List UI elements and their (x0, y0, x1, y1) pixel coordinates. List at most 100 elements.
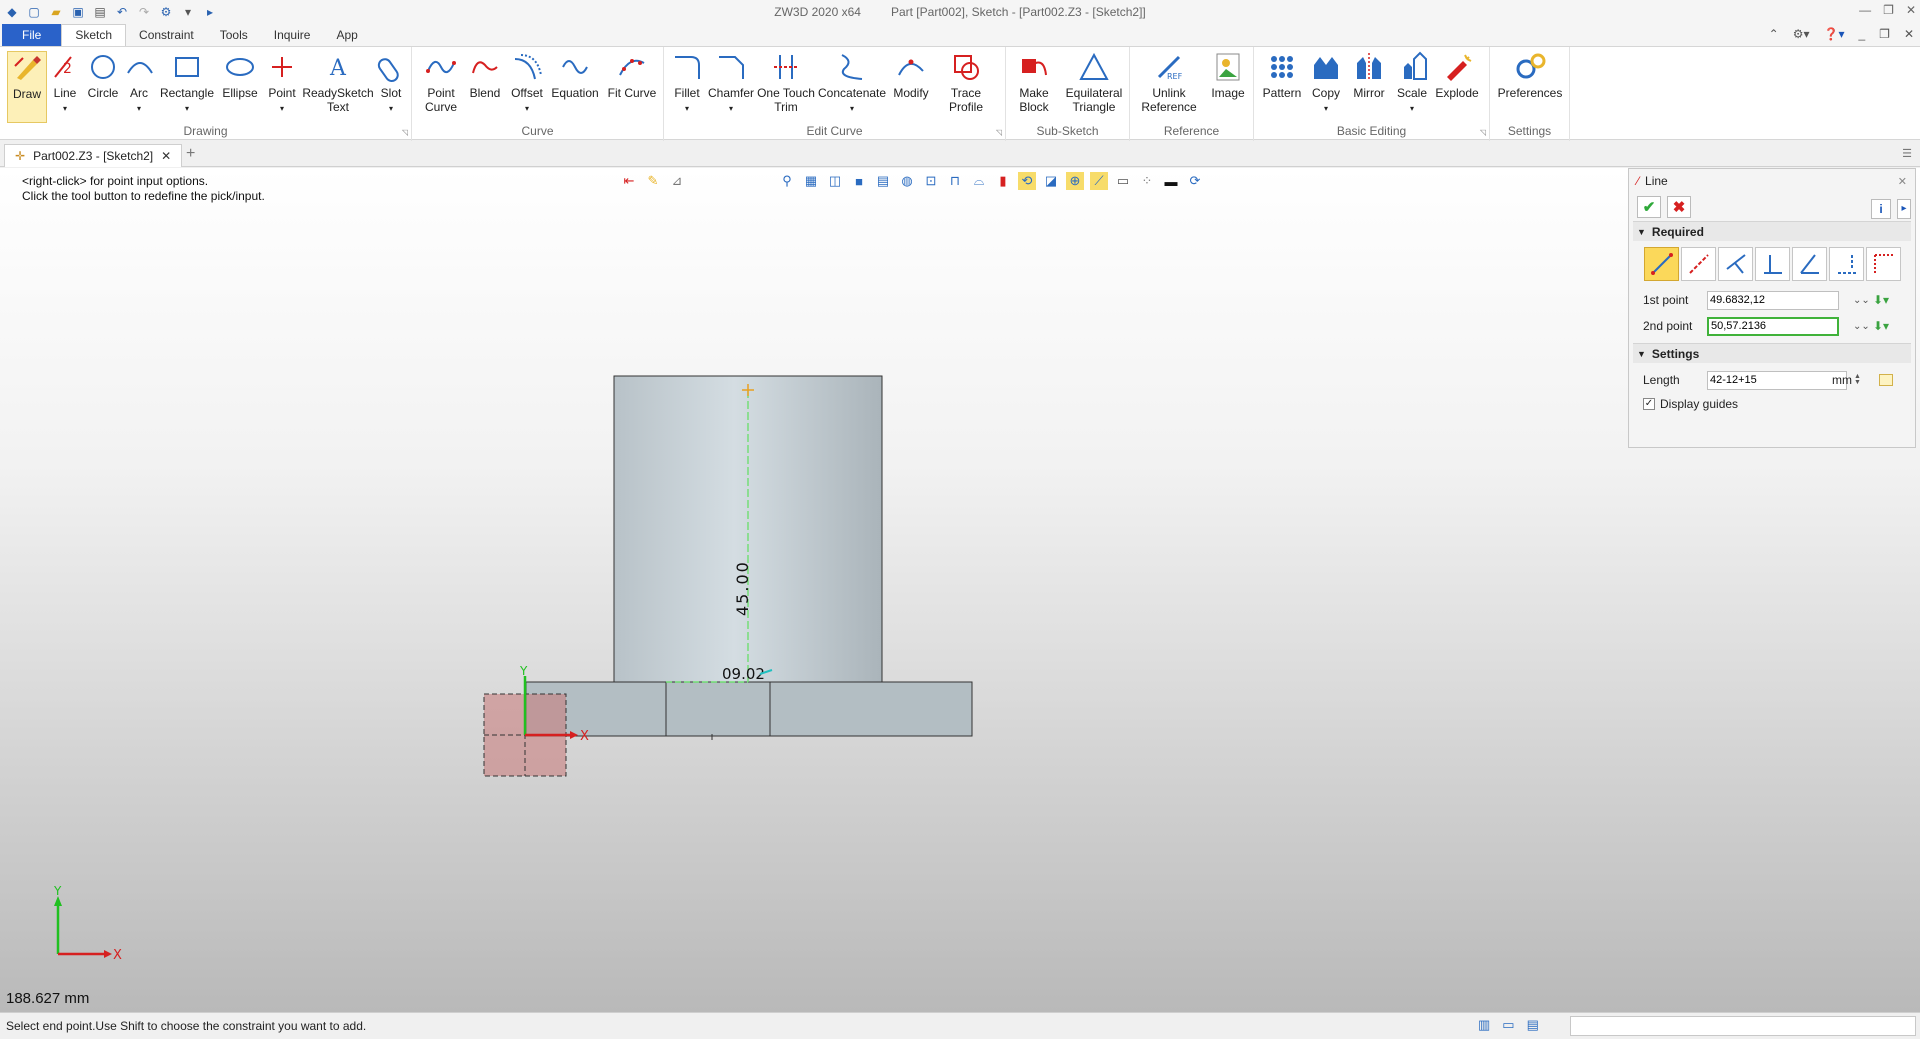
redo-icon[interactable]: ↷ (136, 4, 152, 20)
close-tab-icon[interactable]: ✕ (161, 149, 171, 163)
options-gear-icon[interactable]: ⚙▾ (1793, 27, 1810, 41)
status-layout-icon[interactable]: ▥ (1478, 1017, 1490, 1033)
one-touch-trim-button[interactable]: One Touch Trim (756, 51, 816, 114)
ribbon-group-settings: Preferences Settings (1490, 47, 1570, 141)
command-input-box[interactable] (1570, 1016, 1916, 1036)
image-button[interactable]: Image (1208, 51, 1248, 100)
second-point-input[interactable] (1707, 316, 1839, 336)
arc-button[interactable]: Arc ▾ (124, 51, 154, 116)
restore-icon[interactable]: ❐ (1883, 3, 1894, 17)
tab-file[interactable]: File (2, 24, 62, 46)
equation-button[interactable]: Equation (550, 51, 600, 100)
confirm-button[interactable]: ✔ (1637, 196, 1661, 218)
make-block-button[interactable]: Make Block (1012, 51, 1056, 114)
ellipse-button[interactable]: Ellipse (220, 51, 260, 100)
close-icon[interactable]: ✕ (1906, 3, 1916, 17)
help-side-icon[interactable]: ▸ (1897, 199, 1911, 219)
length-input[interactable] (1707, 370, 1847, 390)
readysketch-text-button[interactable]: A ReadySketch Text (302, 51, 374, 114)
display-guides-checkbox[interactable]: ✓ (1643, 398, 1655, 410)
second-point-pick-icon[interactable]: ⬇▾ (1873, 319, 1889, 333)
first-point-pick-icon[interactable]: ⬇▾ (1873, 293, 1889, 307)
slot-button[interactable]: Slot ▾ (374, 51, 408, 116)
mode-two-point-icon[interactable] (1644, 247, 1679, 281)
point-curve-button[interactable]: Point Curve (420, 51, 462, 114)
doc-restore-icon[interactable]: ❐ (1879, 27, 1890, 41)
preferences-button[interactable]: Preferences (1494, 51, 1566, 100)
length-unit: mm (1832, 373, 1852, 387)
offset-button[interactable]: Offset ▾ (508, 51, 546, 116)
mode-angle-icon[interactable] (1792, 247, 1827, 281)
group-expand-icon[interactable]: ◹ (402, 128, 408, 137)
modify-button[interactable]: Modify (890, 51, 932, 100)
blend-button[interactable]: Blend (466, 51, 504, 100)
offset-dimension[interactable]: 09.02 (722, 665, 765, 683)
help-icon[interactable]: ❓▾ (1824, 27, 1845, 41)
fillet-button[interactable]: Fillet ▾ (670, 51, 704, 116)
mode-parallel-icon[interactable] (1829, 247, 1864, 281)
point-button[interactable]: Point ▾ (264, 51, 300, 116)
tab-inquire[interactable]: Inquire (261, 25, 324, 46)
tab-constraint[interactable]: Constraint (126, 25, 207, 46)
line-button[interactable]: 2 Line ▾ (48, 51, 82, 116)
save-icon[interactable]: ▣ (70, 4, 86, 20)
print-icon[interactable]: ▤ (92, 4, 108, 20)
equilateral-triangle-button[interactable]: Equilateral Triangle (1062, 51, 1126, 114)
mode-perpendicular-icon[interactable] (1718, 247, 1753, 281)
app-logo-icon[interactable]: ◆ (4, 4, 20, 20)
base-plate[interactable] (525, 681, 973, 737)
equation-icon (562, 60, 588, 74)
fit-curve-button[interactable]: Fit Curve (606, 51, 658, 100)
tab-tools[interactable]: Tools (207, 25, 261, 46)
mirror-button[interactable]: Mirror (1348, 51, 1390, 100)
first-point-expand-icon[interactable]: ⌄⌄ (1853, 295, 1870, 306)
required-section-header[interactable]: ▼ Required (1633, 221, 1911, 241)
add-tab-icon[interactable]: + (186, 145, 195, 163)
settings-section-header[interactable]: ▼ Settings (1633, 343, 1911, 363)
status-monitor-icon[interactable]: ▭ (1502, 1017, 1514, 1033)
tab-list-icon[interactable]: ☰ (1902, 147, 1912, 160)
draw-button[interactable]: Draw (7, 51, 47, 123)
group-expand-icon[interactable]: ◹ (1480, 128, 1486, 137)
tab-sketch[interactable]: Sketch (61, 24, 127, 46)
trace-profile-button[interactable]: Trace Profile (934, 51, 998, 114)
play-icon[interactable]: ▸ (202, 4, 218, 20)
collapse-ribbon-icon[interactable]: ⌃ (1769, 27, 1779, 41)
scale-button[interactable]: Scale ▾ (1394, 51, 1430, 116)
document-title: Part [Part002], Sketch - [Part002.Z3 - [… (890, 5, 1146, 19)
open-folder-icon[interactable]: ▰ (48, 4, 64, 20)
cancel-button[interactable]: ✖ (1667, 196, 1691, 218)
info-icon[interactable]: i (1871, 199, 1891, 219)
tab-app[interactable]: App (323, 25, 370, 46)
second-point-expand-icon[interactable]: ⌄⌄ (1853, 321, 1870, 332)
first-point-input[interactable] (1707, 290, 1839, 310)
mode-point-direction-icon[interactable] (1681, 247, 1716, 281)
new-file-icon[interactable]: ▢ (26, 4, 42, 20)
circle-button[interactable]: Circle (84, 51, 122, 100)
settings-dropdown-icon[interactable]: ⚙ (158, 4, 174, 20)
undo-icon[interactable]: ↶ (114, 4, 130, 20)
minimize-icon[interactable]: — (1859, 3, 1871, 17)
unlink-reference-button[interactable]: REF Unlink Reference (1136, 51, 1202, 114)
concatenate-button[interactable]: Concatenate ▾ (818, 51, 886, 116)
variable-browser-icon[interactable] (1879, 374, 1893, 386)
length-spinner[interactable]: ▲ ▼ (1854, 373, 1861, 386)
customize-toolbar-icon[interactable]: ▾ (180, 4, 196, 20)
pattern-button[interactable]: Pattern (1260, 51, 1304, 100)
doc-close-icon[interactable]: ✕ (1904, 27, 1914, 41)
mode-tangent-icon[interactable] (1866, 247, 1901, 281)
document-tab[interactable]: ✛ Part002.Z3 - [Sketch2] ✕ (4, 144, 183, 167)
collapse-icon: ▼ (1637, 348, 1646, 359)
svg-text:REF: REF (1167, 72, 1183, 81)
status-window-icon[interactable]: ▤ (1527, 1017, 1539, 1033)
chamfer-button[interactable]: Chamfer ▾ (708, 51, 754, 116)
mode-horizontal-vertical-icon[interactable] (1755, 247, 1790, 281)
length-dimension[interactable]: 45.00 (733, 560, 752, 616)
arc-icon (127, 62, 153, 74)
panel-close-icon[interactable]: ✕ (1898, 175, 1907, 188)
copy-button[interactable]: Copy ▾ (1308, 51, 1344, 116)
explode-button[interactable]: Explode (1434, 51, 1480, 100)
group-expand-icon[interactable]: ◹ (996, 128, 1002, 137)
rectangle-button[interactable]: Rectangle ▾ (158, 51, 216, 116)
doc-minimize-icon[interactable]: _ (1858, 27, 1865, 41)
